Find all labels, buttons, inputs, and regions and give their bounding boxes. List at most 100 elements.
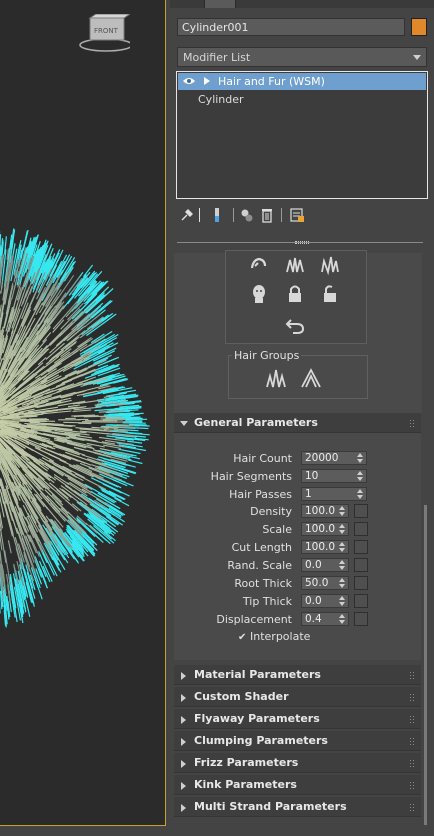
rollout-header[interactable]: Clumping Parameters — [174, 731, 421, 751]
make-unique-icon[interactable] — [239, 207, 255, 223]
fur-strand — [63, 421, 92, 424]
map-button[interactable] — [354, 594, 368, 608]
spinner-arrows-icon[interactable] — [339, 578, 346, 589]
drag-handle-icon[interactable] — [409, 781, 415, 789]
drag-handle-icon[interactable] — [409, 419, 415, 427]
fur-highlight-strand — [135, 424, 150, 427]
lock-icon[interactable] — [283, 282, 307, 306]
modifier-stack[interactable]: Hair and Fur (WSM) Cylinder — [176, 71, 428, 199]
expand-arrow-icon — [181, 782, 186, 790]
drag-handle-icon[interactable] — [409, 693, 415, 701]
tab-motion[interactable] — [268, 0, 300, 8]
object-color-swatch[interactable] — [411, 18, 427, 36]
param-spinner[interactable]: 100.0 — [301, 522, 349, 536]
drag-handle-icon[interactable] — [409, 803, 415, 811]
hide-icon[interactable] — [247, 282, 271, 306]
fur-highlight-strand — [116, 466, 137, 474]
rollout-header[interactable]: Custom Shader — [174, 687, 421, 707]
map-button[interactable] — [354, 558, 368, 572]
fur-strand — [16, 420, 48, 422]
param-label: Density — [250, 505, 292, 518]
rollout-header[interactable]: Frizz Parameters — [174, 753, 421, 773]
spinner-arrows-icon[interactable] — [339, 524, 346, 535]
fur-strand — [72, 409, 92, 413]
rollout-title: General Parameters — [194, 416, 318, 429]
param-spinner[interactable]: 100.0 — [301, 504, 349, 518]
show-end-result-icon[interactable] — [209, 207, 225, 223]
param-spinner[interactable]: 20000 — [301, 451, 367, 465]
stack-item-hair-and-fur[interactable]: Hair and Fur (WSM) — [178, 73, 426, 90]
expand-arrow-icon — [181, 694, 186, 702]
map-button[interactable] — [354, 540, 368, 554]
param-label: Hair Passes — [229, 488, 292, 501]
param-spinner[interactable]: 0.0 — [301, 594, 349, 608]
fur-highlight-strand — [127, 440, 143, 444]
grass-select-icon[interactable] — [283, 252, 307, 276]
divider — [199, 208, 200, 222]
unlock-icon[interactable] — [318, 282, 342, 306]
tab-modify[interactable] — [204, 0, 236, 8]
hair-fur-render — [0, 228, 150, 628]
rollout-header-general-parameters[interactable]: General Parameters — [174, 413, 421, 433]
map-button[interactable] — [354, 576, 368, 590]
tab-utilities[interactable] — [332, 0, 364, 8]
expand-arrow-icon — [181, 738, 186, 746]
viewport[interactable]: FRONT — [0, 0, 166, 826]
panel-resize-grip[interactable] — [295, 241, 309, 244]
param-label: Root Thick — [234, 577, 292, 590]
param-value: 0.0 — [305, 595, 322, 607]
configure-modifier-sets-icon[interactable] — [289, 207, 305, 223]
rollout-header[interactable]: Multi Strand Parameters — [174, 797, 421, 817]
rollout-header[interactable]: Material Parameters — [174, 665, 421, 685]
param-spinner[interactable]: 50.0 — [301, 576, 349, 590]
spinner-arrows-icon[interactable] — [339, 506, 346, 517]
spinner-arrows-icon[interactable] — [357, 489, 364, 500]
spinner-arrows-icon[interactable] — [339, 596, 346, 607]
map-button[interactable] — [354, 504, 368, 518]
spinner-arrows-icon[interactable] — [357, 471, 364, 482]
param-spinner[interactable]: 0.0 — [301, 558, 349, 572]
tab-create[interactable] — [172, 0, 204, 8]
pin-stack-icon[interactable] — [179, 207, 195, 223]
grow-hair-icon[interactable] — [247, 252, 271, 276]
param-spinner[interactable]: 100.0 — [301, 540, 349, 554]
map-button[interactable] — [354, 612, 368, 626]
spinner-arrows-icon[interactable] — [339, 614, 346, 625]
divider — [281, 208, 282, 222]
param-spinner[interactable]: 1 — [301, 487, 367, 501]
map-button[interactable] — [354, 522, 368, 536]
spinner-arrows-icon[interactable] — [339, 542, 346, 553]
drag-handle-icon[interactable] — [409, 759, 415, 767]
rollout-header[interactable]: Kink Parameters — [174, 775, 421, 795]
tab-display[interactable] — [300, 0, 332, 8]
stack-item-cylinder[interactable]: Cylinder — [178, 91, 426, 108]
checkmark-icon: ✔ — [238, 632, 247, 643]
spinner-arrows-icon[interactable] — [357, 453, 364, 464]
expand-arrow-icon[interactable] — [204, 77, 210, 85]
undo-icon[interactable] — [283, 313, 307, 337]
fur-highlight-strand — [118, 389, 137, 394]
drag-handle-icon[interactable] — [409, 737, 415, 745]
grass-select-2-icon[interactable] — [318, 252, 342, 276]
object-name-field[interactable] — [177, 18, 405, 36]
param-value: 100.0 — [305, 541, 336, 553]
spinner-arrows-icon[interactable] — [339, 560, 346, 571]
tab-hierarchy[interactable] — [236, 0, 268, 8]
param-label: Rand. Scale — [227, 559, 292, 572]
modifier-list-dropdown[interactable]: Modifier List — [177, 47, 427, 67]
drag-handle-icon[interactable] — [409, 715, 415, 723]
fur-highlight-strand — [114, 497, 130, 507]
fur-strand — [113, 428, 127, 431]
fur-strand — [67, 404, 80, 408]
merge-groups-icon[interactable] — [299, 366, 323, 390]
param-spinner[interactable]: 0.4 — [301, 612, 349, 626]
rollout-header[interactable]: Flyaway Parameters — [174, 709, 421, 729]
param-spinner[interactable]: 10 — [301, 469, 367, 483]
split-groups-icon[interactable] — [264, 366, 288, 390]
panel-scrollbar[interactable] — [424, 505, 427, 825]
eye-icon[interactable] — [183, 76, 195, 86]
drag-handle-icon[interactable] — [409, 671, 415, 679]
expand-arrow-icon — [181, 760, 186, 768]
interpolate-checkbox[interactable]: ✔ Interpolate — [238, 630, 310, 643]
remove-modifier-icon[interactable] — [259, 207, 275, 223]
